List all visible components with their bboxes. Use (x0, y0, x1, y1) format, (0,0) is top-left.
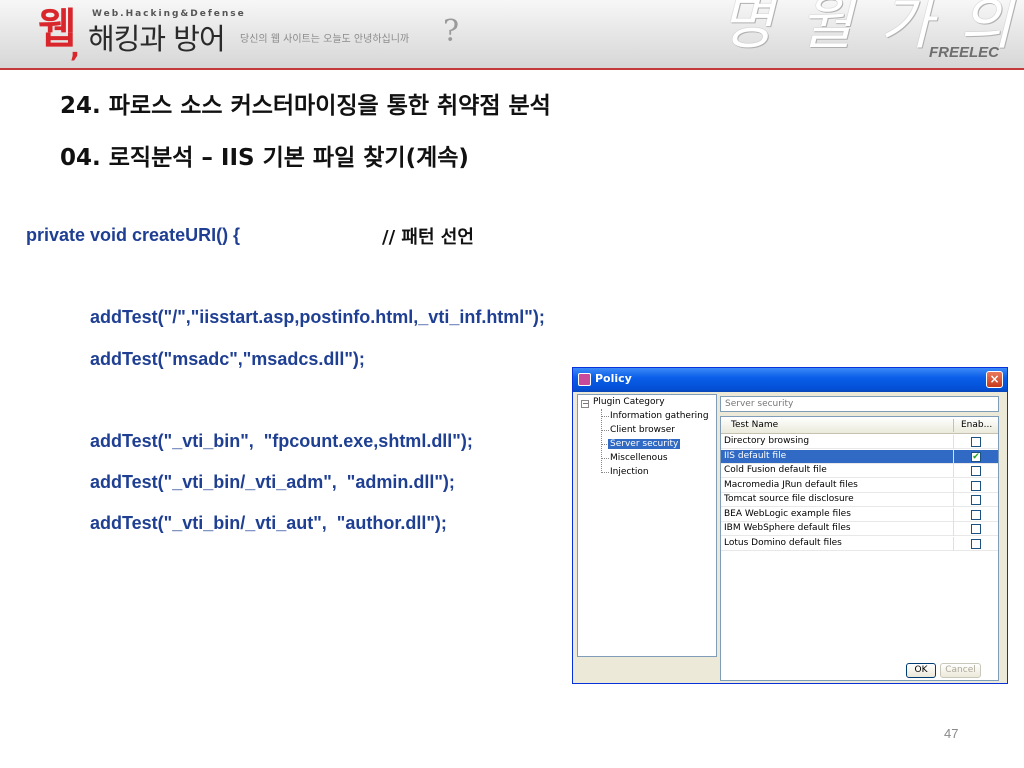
code-line: addTest("_vti_bin", "fpcount.exe,shtml.d… (90, 431, 473, 451)
header-banner: 웹 , Web.Hacking&Defense 해킹과 방어 당신의 웹 사이트… (0, 0, 1024, 70)
column-header-enable[interactable]: Enab... (961, 420, 992, 430)
close-button[interactable]: × (986, 371, 1003, 388)
tree-connector (601, 409, 602, 471)
slide-heading-primary: 24. 파로스 소스 커스터마이징을 통한 취약점 분석 (60, 93, 551, 119)
dialog-titlebar[interactable]: Policy × (573, 368, 1007, 392)
checkbox-unchecked[interactable] (971, 466, 981, 476)
app-icon (578, 373, 591, 386)
cell-divider (953, 493, 954, 507)
test-name-cell: Cold Fusion default file (724, 465, 827, 475)
cell-divider (953, 478, 954, 493)
cell-divider (953, 507, 954, 522)
table-row[interactable]: IBM WebSphere default files (721, 522, 998, 536)
tree-item-injection[interactable]: Injection (610, 467, 649, 477)
tagline-question-mark: ? (443, 14, 460, 49)
table-row[interactable]: IIS default file ✔ (721, 449, 998, 464)
cell-divider (953, 435, 954, 449)
test-name-cell: BEA WebLogic example files (724, 508, 851, 519)
code-line: addTest("msadc","msadcs.dll"); (90, 349, 365, 369)
code-line: addTest("/","iisstart.asp,postinfo.html,… (90, 307, 545, 327)
test-name-cell: Macromedia JRun default files (724, 479, 858, 490)
cell-divider (953, 449, 954, 464)
table-row[interactable]: Cold Fusion default file (721, 464, 998, 478)
page-number: 47 (944, 726, 959, 741)
checkbox-unchecked[interactable] (971, 437, 981, 447)
table-row[interactable]: Tomcat source file disclosure (721, 493, 998, 507)
code-line: addTest("_vti_bin/_vti_aut", "author.dll… (90, 513, 447, 533)
test-name-cell: Lotus Domino default files (724, 537, 842, 548)
checkbox-unchecked[interactable] (971, 538, 981, 549)
tree-connector (601, 430, 609, 431)
test-name-cell: Tomcat source file disclosure (724, 494, 854, 504)
cancel-button[interactable]: Cancel (940, 663, 981, 678)
checkbox-checked[interactable]: ✔ (971, 451, 981, 462)
logo-title: 해킹과 방어 (88, 22, 226, 56)
slide-heading-secondary: 04. 로직분석 – IIS 기본 파일 찾기(계속) (60, 145, 469, 171)
plugin-category-tree: − Plugin Category Information gathering … (577, 394, 717, 657)
policy-dialog: Policy × − Plugin Category Information g… (572, 367, 1008, 684)
table-row[interactable]: Lotus Domino default files (721, 536, 998, 551)
code-declaration: private void createURI() { (26, 225, 241, 245)
test-name-cell: Directory browsing (724, 436, 810, 446)
tree-item-client-browser[interactable]: Client browser (610, 425, 675, 435)
test-name-cell: IIS default file (724, 450, 787, 461)
publisher-logo: FREELEC (929, 44, 1000, 61)
tree-connector (601, 416, 609, 417)
code-comment: // 패턴 선언 (382, 227, 474, 248)
checkbox-unchecked[interactable] (971, 495, 981, 505)
tree-item-miscellenous[interactable]: Miscellenous (610, 453, 668, 463)
dialog-title: Policy (595, 372, 632, 385)
tree-item-information-gathering[interactable]: Information gathering (610, 411, 709, 421)
checkbox-unchecked[interactable] (971, 524, 981, 534)
test-table: Test Name Enab... Directory browsing IIS … (720, 416, 999, 681)
tree-connector (601, 458, 609, 459)
column-divider[interactable] (953, 419, 954, 432)
checkbox-unchecked[interactable] (971, 480, 981, 491)
logo-subtitle: Web.Hacking&Defense (92, 9, 246, 19)
tree-root-plugin-category[interactable]: Plugin Category (593, 397, 665, 407)
cell-divider (953, 464, 954, 478)
test-name-cell: IBM WebSphere default files (724, 523, 851, 533)
column-header-test-name[interactable]: Test Name (731, 420, 778, 430)
code-line: addTest("_vti_bin/_vti_adm", "admin.dll"… (90, 472, 455, 492)
category-field[interactable]: Server security (720, 396, 999, 412)
test-panel: Server security Test Name Enab... Direct… (717, 392, 1007, 681)
tagline: 당신의 웹 사이트는 오늘도 안녕하십니까 (240, 34, 410, 45)
cell-divider (953, 536, 954, 551)
tree-item-server-security[interactable]: Server security (608, 439, 681, 449)
table-row[interactable]: BEA WebLogic example files (721, 507, 998, 522)
table-row[interactable]: Directory browsing (721, 435, 998, 449)
logo-comma: , (70, 34, 80, 64)
header-divider (0, 68, 1024, 70)
cell-divider (953, 522, 954, 536)
checkbox-unchecked[interactable] (971, 509, 981, 520)
table-row[interactable]: Macromedia JRun default files (721, 478, 998, 493)
table-header: Test Name Enab... (721, 417, 998, 434)
collapse-icon[interactable]: − (581, 400, 589, 408)
ok-button[interactable]: OK (906, 663, 936, 678)
tree-connector (601, 472, 609, 473)
